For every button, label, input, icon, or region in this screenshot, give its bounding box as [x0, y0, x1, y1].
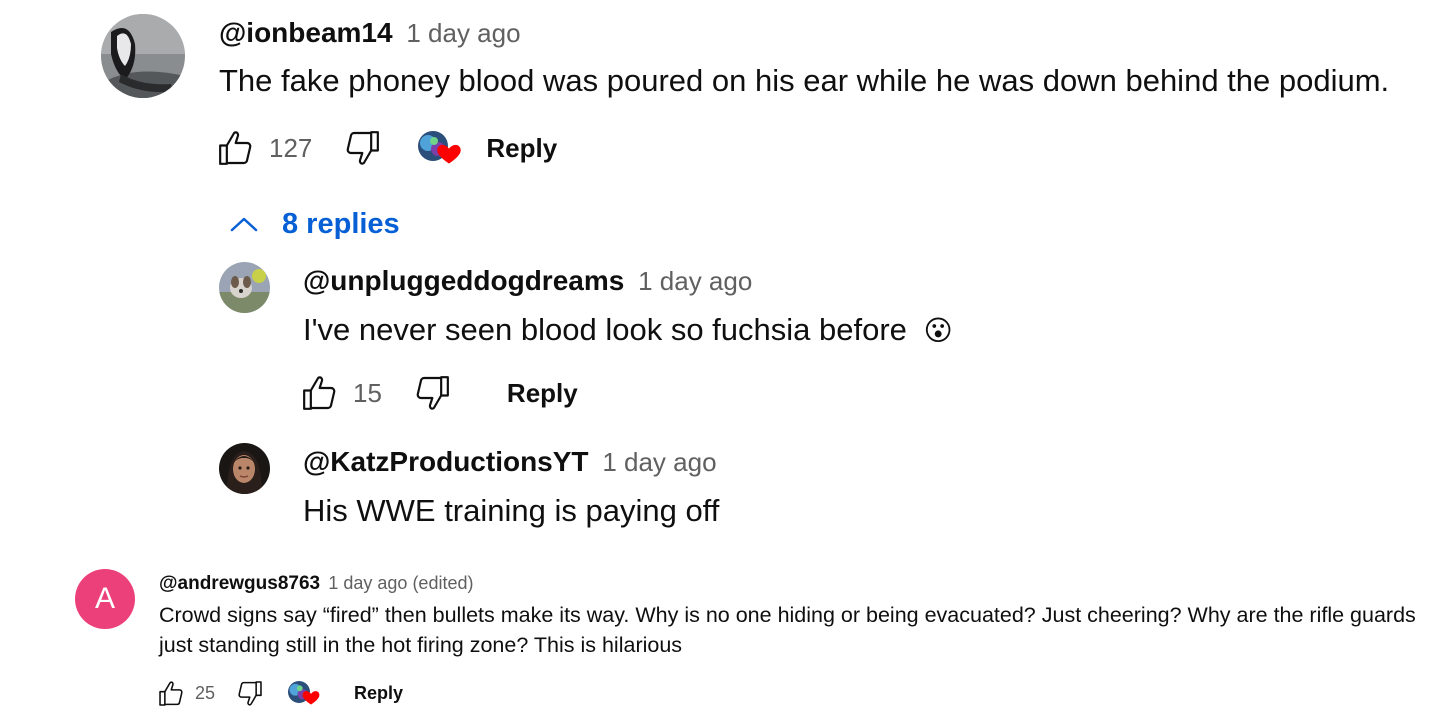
thumbs-up-icon [159, 680, 183, 706]
avatar-image [219, 443, 270, 494]
chevron-up-icon [230, 217, 258, 232]
heart-icon [301, 687, 321, 711]
like-button[interactable] [300, 373, 340, 413]
astonished-face-emoji: 😮 [923, 315, 953, 346]
timestamp[interactable]: 1 day ago [638, 266, 752, 296]
avatar-image [101, 14, 185, 98]
avatar[interactable] [219, 443, 270, 494]
author-name[interactable]: @andrewgus8763 [159, 573, 320, 594]
comment-text: His WWE training is paying off [303, 493, 720, 528]
dislike-button[interactable] [342, 128, 382, 168]
like-count: 25 [195, 682, 216, 703]
like-button[interactable] [157, 679, 186, 708]
comment-header: @KatzProductionsYT 1 day ago [303, 445, 717, 479]
heart-icon [435, 139, 463, 171]
avatar[interactable]: A [75, 569, 135, 629]
comment-header: @andrewgus8763 1 day ago (edited) [159, 571, 473, 596]
thumbs-down-icon [238, 680, 262, 706]
like-button[interactable] [216, 128, 256, 168]
dislike-button[interactable] [235, 679, 264, 708]
comment-header: @ionbeam14 1 day ago [219, 16, 521, 50]
replies-count: 8 replies [282, 208, 400, 240]
thumbs-up-icon [219, 131, 252, 165]
comment-header: @unpluggeddogdreams 1 day ago [303, 264, 752, 298]
reply-button[interactable]: Reply [354, 683, 403, 704]
avatar[interactable] [101, 14, 185, 98]
comment-toolbar: 127 Reply [216, 128, 557, 168]
comment-text: Crowd signs say “fired” then bullets mak… [159, 603, 1416, 657]
creator-heart-badge [288, 678, 322, 708]
comment-toolbar: 25 Reply [157, 678, 403, 708]
thumbs-down-icon [416, 376, 449, 410]
reply-button[interactable]: Reply [507, 378, 578, 409]
comment-toolbar: 15 Reply [300, 373, 578, 413]
timestamp[interactable]: 1 day ago (edited) [328, 573, 473, 593]
avatar-image [219, 262, 270, 313]
comment-text: I've never seen blood look so fuchsia be… [303, 311, 953, 350]
like-count: 15 [353, 377, 382, 408]
creator-heart-badge [418, 127, 464, 173]
comment-text-body: I've never seen blood look so fuchsia be… [303, 312, 907, 347]
author-name[interactable]: @ionbeam14 [219, 17, 393, 48]
thumbs-down-icon [347, 131, 380, 165]
reply-button[interactable]: Reply [486, 133, 557, 164]
author-name[interactable]: @KatzProductionsYT [303, 446, 589, 477]
avatar[interactable] [219, 262, 270, 313]
replies-toggle[interactable]: 8 replies [229, 206, 400, 242]
thumbs-up-icon [303, 376, 336, 410]
comment-text: The fake phoney blood was poured on his … [219, 63, 1390, 98]
author-name[interactable]: @unpluggeddogdreams [303, 265, 624, 296]
dislike-button[interactable] [412, 373, 452, 413]
timestamp[interactable]: 1 day ago [602, 447, 716, 477]
avatar-letter: A [94, 582, 115, 615]
like-count: 127 [269, 132, 313, 163]
timestamp[interactable]: 1 day ago [406, 18, 520, 48]
